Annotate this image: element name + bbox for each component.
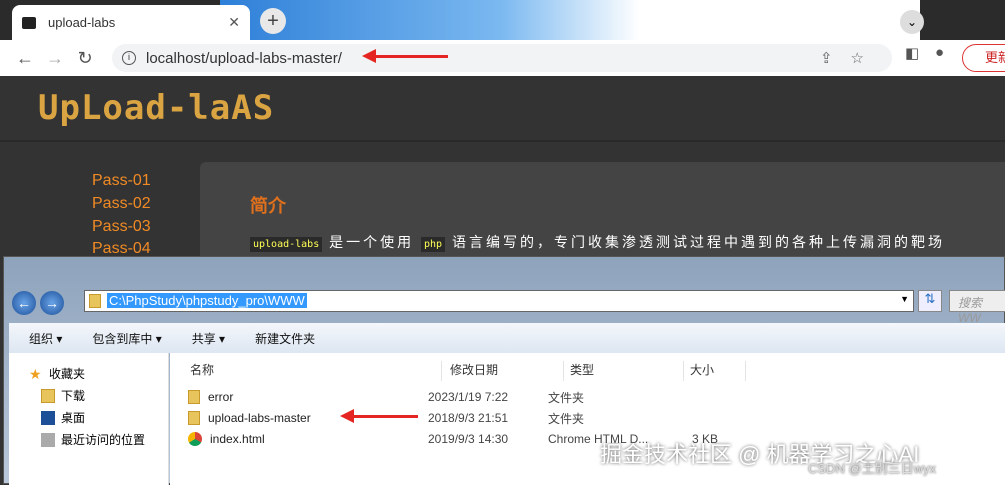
intro-text-2: 语言编写的，专门收集渗透测试过程中遇到的各种上传漏洞的靶场 <box>451 234 945 250</box>
back-icon[interactable]: ← <box>10 48 40 69</box>
code-upload-labs: upload-labs <box>250 237 323 252</box>
column-name[interactable]: 名称 <box>186 361 442 381</box>
code-php: php <box>421 237 446 252</box>
watermark-csdn: CSDN @土别三日wyx <box>808 461 937 476</box>
reload-icon[interactable]: ↻ <box>70 48 100 69</box>
column-type[interactable]: 类型 <box>566 361 684 381</box>
sidebar-icon[interactable]: ◧ <box>905 44 919 62</box>
file-row[interactable]: error 2023/1/19 7:22 文件夹 <box>188 387 888 407</box>
red-arrow-annotation <box>362 49 448 63</box>
share-button[interactable]: 共享 ▾ <box>192 330 225 347</box>
browser-toolbar: ← → ↻ i localhost/upload-labs-master/ ⇪☆… <box>0 40 1005 76</box>
chrome-icon <box>188 432 202 446</box>
header-divider <box>0 140 1005 142</box>
intro-text: upload-labs 是一个使用 php 语言编写的，专门收集渗透测试过程中遇… <box>250 232 945 252</box>
explorer-address-bar[interactable]: C:\PhpStudy\phpstudy_pro\WWW ▼ <box>84 290 914 312</box>
intro-heading: 简介 <box>250 196 286 216</box>
file-row[interactable]: upload-labs-master 2018/9/3 21:51 文件夹 <box>188 408 888 428</box>
profile-icon[interactable]: ● <box>935 44 944 61</box>
file-name: index.html <box>210 432 265 446</box>
info-icon[interactable]: i <box>122 51 136 65</box>
path-text: C:\PhpStudy\phpstudy_pro\WWW <box>107 293 307 308</box>
folder-icon <box>188 390 200 404</box>
pass-03-link[interactable]: Pass-03 <box>92 218 151 236</box>
column-date[interactable]: 修改日期 <box>446 361 564 381</box>
nav-label: 最近访问的位置 <box>61 433 146 447</box>
close-tab-icon[interactable]: ✕ <box>228 14 240 31</box>
command-bar: 组织 ▾ 包含到库中 ▾ 共享 ▾ 新建文件夹 <box>9 323 1005 353</box>
favicon-icon <box>22 16 36 29</box>
new-tab-button[interactable]: + <box>260 8 286 34</box>
nav-downloads[interactable]: 下载 <box>41 387 85 404</box>
file-name: upload-labs-master <box>208 411 311 425</box>
update-button[interactable]: 更新 <box>962 44 1005 72</box>
site-logo: UpLoad-laAS <box>38 88 275 128</box>
include-in-library-button[interactable]: 包含到库中 ▾ <box>92 330 161 347</box>
folder-icon <box>188 411 200 425</box>
folder-icon <box>89 294 101 308</box>
background-window <box>220 0 920 40</box>
url-text: localhost/upload-labs-master/ <box>146 49 342 67</box>
pass-02-link[interactable]: Pass-02 <box>92 195 151 213</box>
address-bar[interactable]: i localhost/upload-labs-master/ ⇪☆ <box>112 44 892 72</box>
tab-bar: upload-labs ✕ + ⌄ <box>0 0 1005 40</box>
explorer-back-button[interactable]: ← <box>12 291 36 315</box>
refresh-button[interactable]: ⇅ <box>918 290 942 312</box>
tab-title: upload-labs <box>48 15 116 30</box>
intro-text-1: 是一个使用 <box>329 234 415 250</box>
browser-tab[interactable]: upload-labs ✕ <box>12 5 250 40</box>
explorer-forward-button[interactable]: → <box>40 291 64 315</box>
nav-label: 下载 <box>61 389 86 403</box>
file-name: error <box>208 390 234 404</box>
file-date: 2018/9/3 21:51 <box>428 411 509 425</box>
navigation-pane: ★ 收藏夹 下载 桌面 最近访问的位置 <box>9 353 169 485</box>
search-input[interactable]: 搜索 WW <box>949 290 1005 325</box>
nav-label: 桌面 <box>61 411 86 425</box>
nav-recent[interactable]: 最近访问的位置 <box>41 431 145 448</box>
nav-desktop[interactable]: 桌面 <box>41 409 85 426</box>
share-star-icons[interactable]: ⇪☆ <box>820 49 882 67</box>
recent-places-icon <box>41 432 55 447</box>
column-size[interactable]: 大小 <box>686 361 746 381</box>
pass-01-link[interactable]: Pass-01 <box>92 172 151 190</box>
nav-label: 收藏夹 <box>49 367 86 381</box>
forward-icon[interactable]: → <box>40 48 70 69</box>
file-date: 2019/9/3 14:30 <box>428 432 509 446</box>
file-type: 文件夹 <box>548 411 585 426</box>
file-date: 2023/1/19 7:22 <box>428 390 509 404</box>
red-arrow-annotation <box>340 409 418 423</box>
nav-favorites[interactable]: ★ 收藏夹 <box>29 365 85 382</box>
desktop-icon <box>41 410 55 425</box>
file-type: 文件夹 <box>548 390 585 405</box>
dropdown-icon[interactable]: ▼ <box>900 294 909 304</box>
downloads-folder-icon <box>41 388 55 403</box>
new-folder-button[interactable]: 新建文件夹 <box>255 330 315 347</box>
tab-search-icon[interactable]: ⌄ <box>900 10 924 34</box>
organize-button[interactable]: 组织 ▾ <box>29 330 62 347</box>
star-icon: ★ <box>29 365 42 382</box>
